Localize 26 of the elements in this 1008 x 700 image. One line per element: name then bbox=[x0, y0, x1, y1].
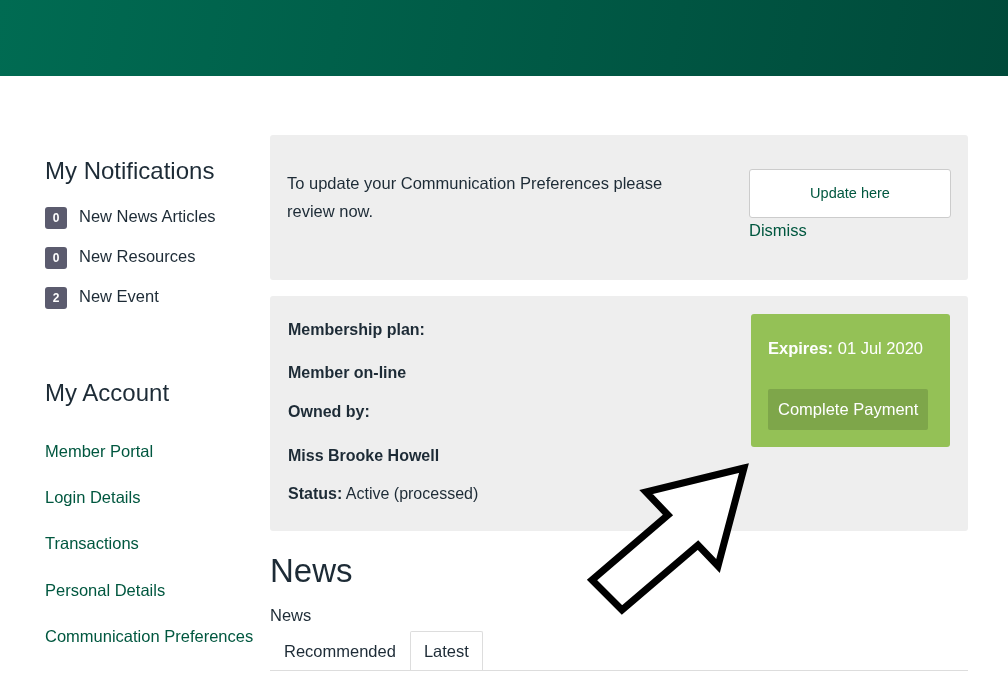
section-heading: My Account bbox=[45, 378, 171, 408]
news-tab[interactable]: Latest bbox=[409, 630, 483, 670]
dismiss-link[interactable]: Dismiss bbox=[749, 221, 807, 239]
count-badge: 0 bbox=[45, 206, 67, 229]
account-link[interactable]: Personal Details bbox=[45, 576, 255, 604]
membership-line: Member on-line bbox=[288, 363, 408, 382]
update-button[interactable]: Update here bbox=[749, 169, 951, 218]
account-link[interactable]: Member Portal bbox=[45, 437, 255, 464]
account-link[interactable]: Communication Preferences bbox=[45, 623, 255, 650]
notification-label: New Resources bbox=[79, 245, 196, 267]
account-link[interactable]: Login Details bbox=[45, 484, 255, 511]
notification-label: New News Articles bbox=[79, 205, 216, 227]
count-badge: 0 bbox=[45, 246, 67, 269]
expiry-text: Expires: 01 Jul 2020 bbox=[768, 338, 925, 359]
membership-line: Status: Active (processed) bbox=[288, 484, 479, 503]
account-link[interactable]: Transactions bbox=[45, 530, 255, 557]
news-heading: News bbox=[270, 551, 354, 591]
notice-text: To update your Communication Preferences please review now. bbox=[287, 173, 664, 223]
count-badge: 2 bbox=[45, 286, 67, 309]
section-heading: My Notifications bbox=[45, 157, 216, 186]
membership-line: Miss Brooke Howell bbox=[288, 446, 441, 465]
news-tab[interactable]: Recommended bbox=[270, 630, 410, 670]
membership-line: Membership plan: bbox=[288, 320, 426, 339]
news-subheading: News bbox=[270, 604, 313, 625]
membership-line: Owned by: bbox=[288, 402, 371, 421]
notification-label: New Event bbox=[79, 285, 159, 307]
